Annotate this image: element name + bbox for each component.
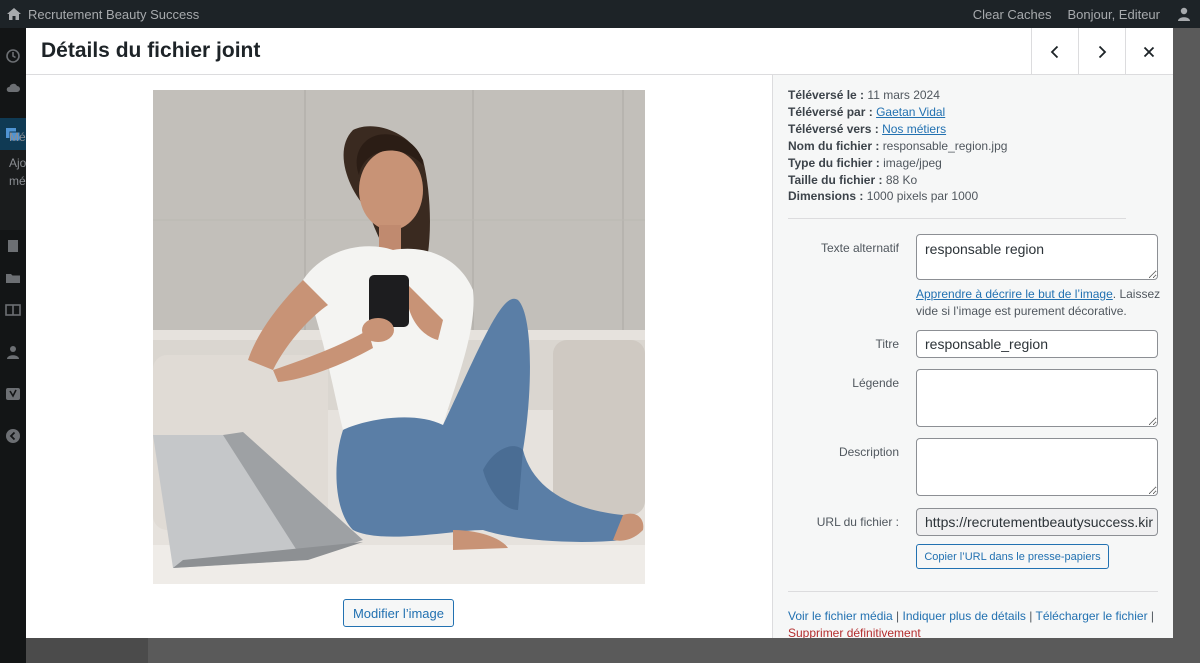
- filetype-row: Type du fichier : image/jpeg: [788, 155, 1007, 172]
- dimensions-value: 1000 pixels par 1000: [866, 189, 979, 204]
- clock-icon: [5, 48, 21, 64]
- sidebar-label-fragment: Mé: [9, 130, 26, 144]
- uploaded-to-link[interactable]: Nos métiers: [882, 122, 946, 136]
- title-field[interactable]: responsable_region: [916, 330, 1158, 358]
- edit-image-button[interactable]: Modifier l’image: [343, 599, 454, 627]
- attachment-details-modal: Détails du fichier joint Modifier l’imag…: [26, 28, 1173, 638]
- caption-label: Légende: [852, 376, 899, 390]
- user-icon[interactable]: [1176, 6, 1192, 22]
- edit-more-details-link[interactable]: Indiquer plus de détails: [903, 609, 1026, 623]
- filesize-value: 88 Ko: [885, 172, 918, 187]
- modal-header: Détails du fichier joint: [26, 28, 1173, 75]
- alt-text-label: Texte alternatif: [820, 241, 899, 255]
- divider: [788, 218, 1126, 219]
- close-icon: [1143, 46, 1155, 57]
- admin-bar: Recrutement Beauty Success Clear Caches …: [0, 0, 1200, 28]
- uploaded-by-label: Téléversé par :: [788, 104, 873, 119]
- title-label: Titre: [875, 337, 899, 351]
- chevron-left-icon: [1050, 45, 1059, 58]
- filesize-row: Taille du fichier : 88 Ko: [788, 172, 1007, 189]
- filename-value: responsable_region.jpg: [882, 138, 1008, 153]
- download-file-link[interactable]: Télécharger le fichier: [1036, 609, 1148, 623]
- dimensions-row: Dimensions : 1000 pixels par 1000: [788, 188, 1007, 205]
- separator: |: [892, 609, 903, 623]
- filename-label: Nom du fichier :: [788, 138, 880, 153]
- sidebar-submenu-fragment: Mé Ajo mé: [0, 130, 27, 230]
- media-preview-pane: Modifier l’image: [26, 75, 772, 638]
- uploaded-to-label: Téléversé vers :: [788, 121, 879, 136]
- caption-field[interactable]: [916, 369, 1158, 427]
- uploaded-to-row: Téléversé vers : Nos métiers: [788, 121, 1007, 138]
- dimensions-label: Dimensions :: [788, 189, 864, 204]
- file-url-label: URL du fichier :: [816, 515, 899, 529]
- separator: |: [1025, 609, 1036, 623]
- admin-sidebar: [0, 28, 26, 663]
- modal-title: Détails du fichier joint: [41, 39, 261, 62]
- alt-help-link[interactable]: Apprendre à décrire le but de l’image: [916, 287, 1113, 301]
- file-metadata: Téléversé le : 11 mars 2024 Téléversé pa…: [788, 87, 1007, 205]
- uploaded-on-row: Téléversé le : 11 mars 2024: [788, 87, 1007, 104]
- filetype-label: Type du fichier :: [788, 155, 880, 170]
- filesize-label: Taille du fichier :: [788, 172, 883, 187]
- yoast-icon: [5, 386, 21, 402]
- attachment-image-preview: [153, 90, 645, 584]
- pages-icon: [5, 238, 21, 254]
- uploaded-by-row: Téléversé par : Gaetan Vidal: [788, 104, 1007, 121]
- alt-text-help: Apprendre à décrire le but de l’image. L…: [916, 286, 1166, 319]
- collapse-icon: [5, 428, 21, 444]
- description-field[interactable]: [916, 438, 1158, 496]
- site-title[interactable]: Recrutement Beauty Success: [28, 7, 199, 22]
- next-button[interactable]: [1078, 28, 1125, 75]
- book-icon: [5, 302, 21, 318]
- uploaded-on-value: 11 mars 2024: [867, 88, 940, 102]
- previous-button[interactable]: [1031, 28, 1078, 75]
- attachment-info-pane: Téléversé le : 11 mars 2024 Téléversé pa…: [772, 75, 1173, 638]
- home-icon[interactable]: [6, 6, 22, 22]
- description-label: Description: [838, 445, 899, 459]
- alt-text-field[interactable]: responsable region: [916, 234, 1158, 280]
- uploaded-on-label: Téléversé le :: [788, 88, 865, 102]
- separator: |: [1147, 609, 1155, 623]
- divider: [788, 591, 1158, 592]
- filename-row: Nom du fichier : responsable_region.jpg: [788, 138, 1007, 155]
- copy-url-button[interactable]: Copier l’URL dans le presse-papiers: [916, 544, 1109, 569]
- sidebar-label-fragment: Ajo: [9, 156, 27, 170]
- sidebar-label-fragment: mé: [9, 174, 26, 188]
- uploader-link[interactable]: Gaetan Vidal: [876, 105, 945, 119]
- attachment-actions: Voir le fichier média | Indiquer plus de…: [788, 608, 1163, 638]
- file-url-field[interactable]: https://recrutementbeautysuccess.kir: [916, 508, 1158, 536]
- cloud-icon: [5, 80, 21, 96]
- filetype-value: image/jpeg: [883, 155, 942, 170]
- chevron-right-icon: [1098, 45, 1107, 58]
- user-greeting[interactable]: Bonjour, Editeur: [1067, 7, 1160, 22]
- users-icon: [5, 344, 21, 360]
- delete-permanently-link[interactable]: Supprimer définitivement: [788, 626, 921, 639]
- view-media-link[interactable]: Voir le fichier média: [788, 609, 893, 623]
- close-button[interactable]: [1125, 28, 1172, 75]
- clear-caches-link[interactable]: Clear Caches: [973, 7, 1052, 22]
- folder-icon: [5, 270, 21, 286]
